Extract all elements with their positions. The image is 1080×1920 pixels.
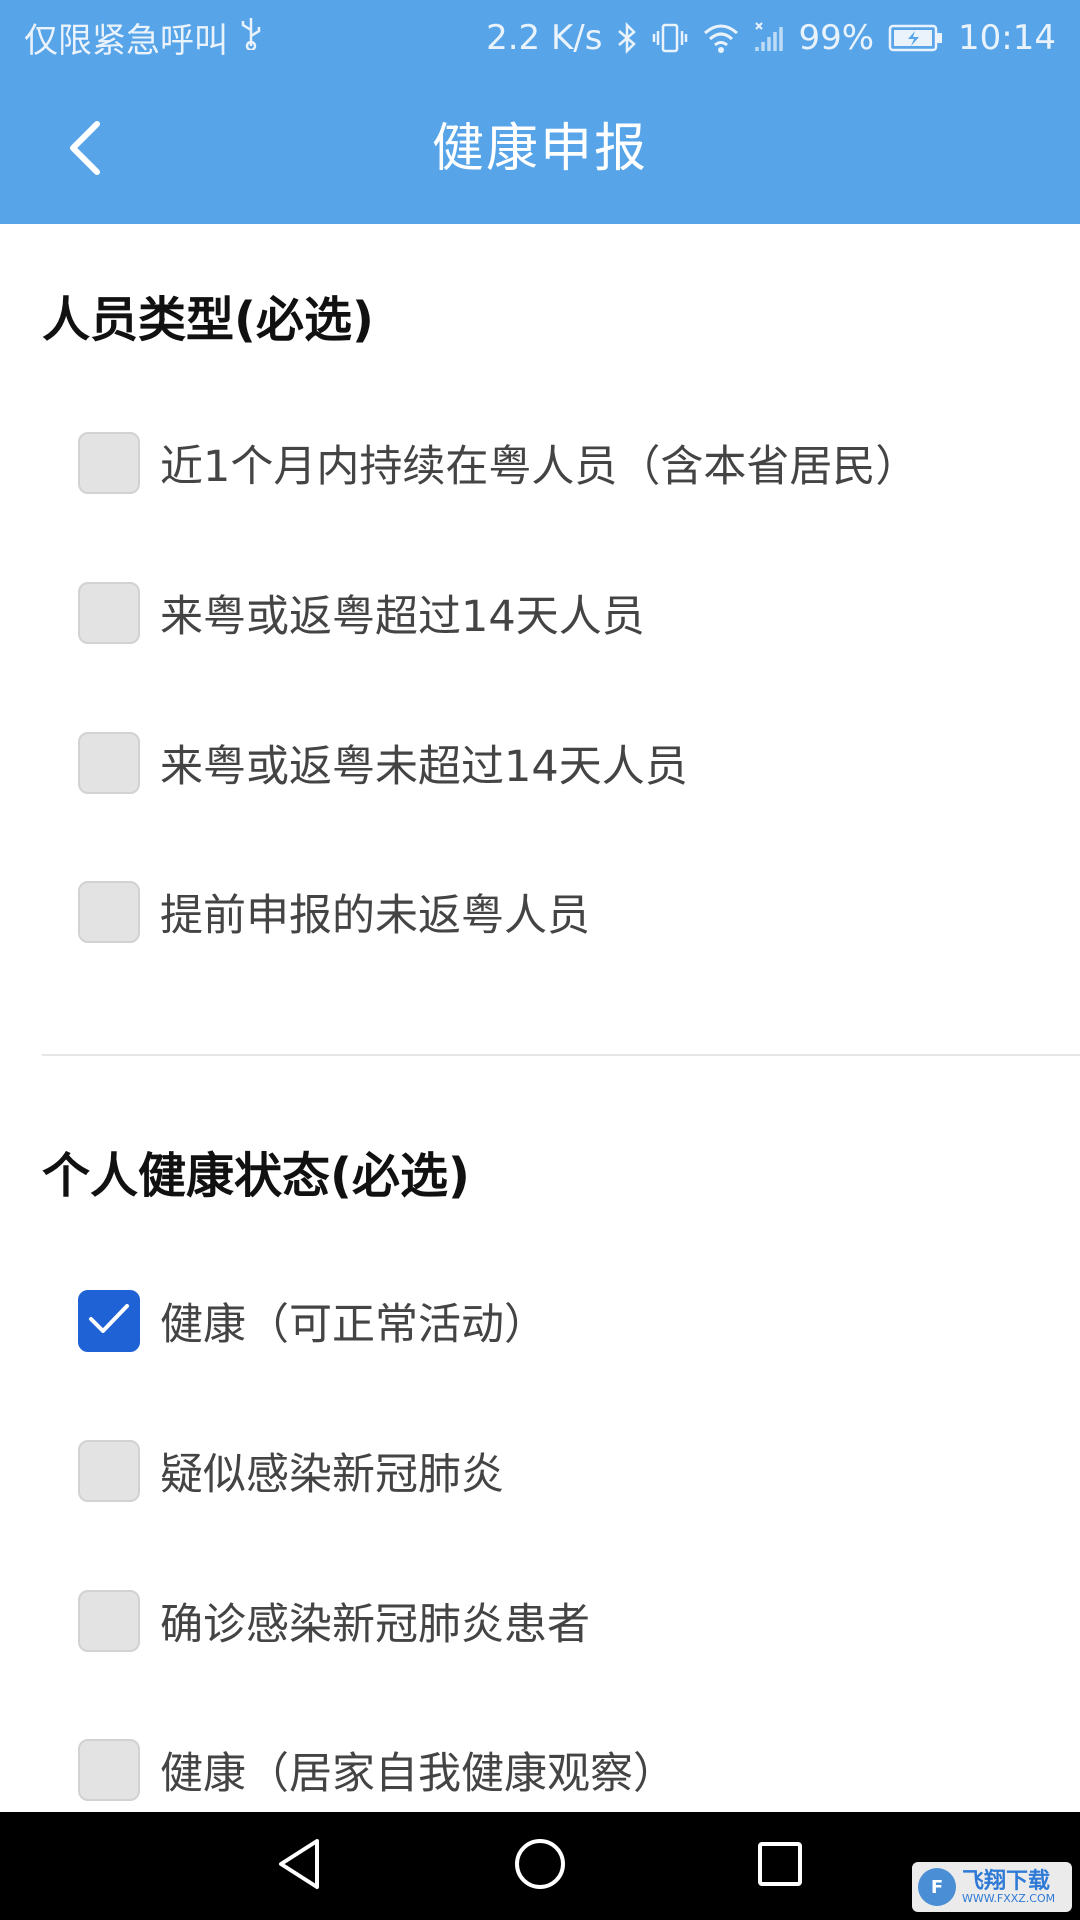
battery-percent: 99% <box>798 17 875 58</box>
option-label: 健康（居家自我健康观察） <box>160 1749 676 1799</box>
watermark: F 飞翔下载 WWW.FXXZ.COM <box>912 1862 1072 1912</box>
watermark-en: WWW.FXXZ.COM <box>962 1891 1056 1905</box>
watermark-logo-icon: F <box>918 1868 956 1906</box>
checkbox[interactable] <box>78 732 140 794</box>
option-home-observation[interactable]: 健康（居家自我健康观察） <box>78 1737 676 1803</box>
back-triangle-icon <box>275 1837 325 1895</box>
section-divider <box>42 1054 1080 1056</box>
nav-back-button[interactable] <box>270 1836 330 1896</box>
usb-icon <box>238 16 264 59</box>
option-not-returned[interactable]: 提前申报的未返粤人员 <box>78 879 590 945</box>
option-label: 提前申报的未返粤人员 <box>160 891 590 941</box>
carrier-text: 仅限紧急呼叫 <box>24 21 228 61</box>
section-title-health-status: 个人健康状态(必选) <box>42 1148 470 1204</box>
status-bar: 仅限紧急呼叫 2.2 K/s 99% 10:14 <box>0 0 1080 75</box>
checkmark-icon <box>87 1301 131 1341</box>
status-left: 仅限紧急呼叫 <box>24 13 264 62</box>
nav-recents-button[interactable] <box>750 1836 810 1896</box>
status-right: 2.2 K/s 99% 10:14 <box>486 18 1056 58</box>
checkbox[interactable] <box>78 1440 140 1502</box>
phone-screen: 仅限紧急呼叫 2.2 K/s 99% 10:14 健康申报 人员类型(必选) 近… <box>0 0 1080 1920</box>
option-under-14-days[interactable]: 来粤或返粤未超过14天人员 <box>78 730 688 796</box>
option-resident[interactable]: 近1个月内持续在粤人员（含本省居民） <box>78 430 918 496</box>
page-title: 健康申报 <box>431 119 648 179</box>
navigation-bar: F 飞翔下载 WWW.FXXZ.COM <box>0 1812 1080 1920</box>
checkbox[interactable] <box>78 1739 140 1801</box>
option-over-14-days[interactable]: 来粤或返粤超过14天人员 <box>78 580 645 646</box>
option-label: 疑似感染新冠肺炎 <box>160 1450 504 1500</box>
home-circle-icon <box>513 1837 567 1895</box>
section-title-person-type: 人员类型(必选) <box>42 292 374 348</box>
checkbox[interactable] <box>78 432 140 494</box>
clock: 10:14 <box>958 17 1056 58</box>
watermark-cn: 飞翔下载 <box>962 1868 1051 1894</box>
signal-icon <box>754 21 784 55</box>
checkbox[interactable] <box>78 1590 140 1652</box>
option-label: 确诊感染新冠肺炎患者 <box>160 1600 590 1650</box>
option-label: 健康（可正常活动） <box>160 1300 547 1350</box>
option-label: 来粤或返粤未超过14天人员 <box>160 742 688 792</box>
recents-square-icon <box>755 1839 805 1893</box>
nav-home-button[interactable] <box>510 1836 570 1896</box>
checkbox[interactable] <box>78 881 140 943</box>
vibrate-icon <box>652 21 688 55</box>
bluetooth-icon <box>616 21 638 55</box>
net-speed: 2.2 K/s <box>486 17 603 58</box>
watermark-text: 飞翔下载 WWW.FXXZ.COM <box>962 1868 1056 1905</box>
option-confirmed[interactable]: 确诊感染新冠肺炎患者 <box>78 1588 590 1654</box>
checkbox-checked[interactable] <box>78 1290 140 1352</box>
checkbox[interactable] <box>78 582 140 644</box>
option-label: 近1个月内持续在粤人员（含本省居民） <box>160 442 919 492</box>
option-healthy[interactable]: 健康（可正常活动） <box>78 1288 547 1354</box>
wifi-icon <box>702 21 740 55</box>
option-suspected[interactable]: 疑似感染新冠肺炎 <box>78 1438 504 1504</box>
form-content: 人员类型(必选) 近1个月内持续在粤人员（含本省居民） 来粤或返粤超过14天人员… <box>0 224 1080 1812</box>
battery-icon <box>888 23 944 53</box>
option-label: 来粤或返粤超过14天人员 <box>160 592 645 642</box>
app-bar: 健康申报 <box>0 75 1080 224</box>
